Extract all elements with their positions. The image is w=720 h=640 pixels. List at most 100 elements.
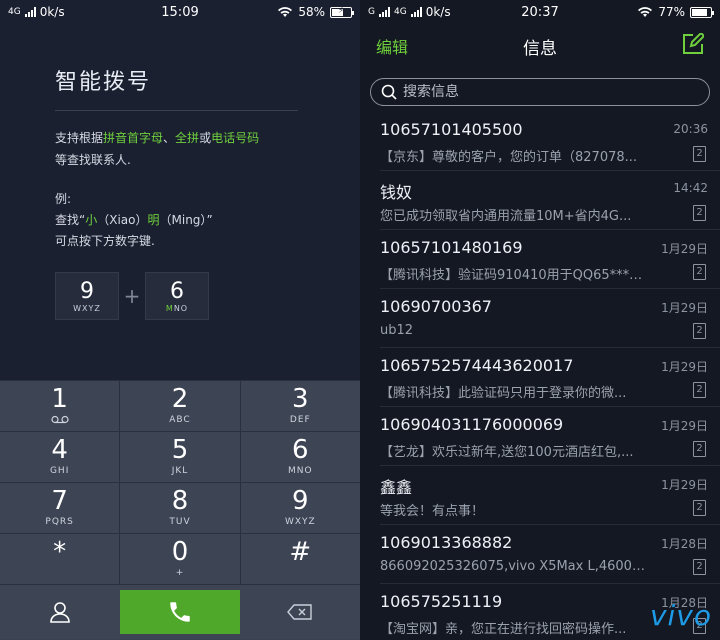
key-star[interactable]: * [0, 534, 121, 584]
key-letters: GHI [49, 466, 70, 476]
example-text: 查找“ [55, 213, 86, 227]
key-5[interactable]: 5 JKL [120, 432, 241, 482]
status-bar: 4G 0k/s 15:09 58% ⚡ [0, 0, 360, 24]
key-8[interactable]: 8 TUV [120, 483, 241, 533]
message-preview: 【腾讯科技】验证码910410用于QQ65****... [380, 268, 648, 283]
example-text: （Xiao） [97, 213, 148, 227]
message-time: 1月28日 [661, 537, 708, 551]
key-hash[interactable]: # [240, 534, 360, 584]
sim-card-icon: 2 [693, 559, 706, 575]
list-item[interactable]: 1065752574443620017 1月29日 【腾讯科技】此验证码只用于登录你… [380, 348, 720, 407]
message-sender: 钱奴 [380, 183, 413, 202]
example-label: 例: [55, 192, 72, 206]
list-item[interactable]: 10657101480169 1月29日 【腾讯科技】验证码910410用于QQ65… [380, 230, 720, 289]
list-item[interactable]: 钱奴 14:42 您已成功领取省内通用流量10M+省内4G... 2 [380, 171, 720, 230]
key-digit: 6 [292, 435, 309, 465]
list-item[interactable]: 10690700367 1月29日 ub12 2 [380, 289, 720, 348]
message-preview: 【淘宝网】亲，您正在进行找回密码操作... [380, 622, 627, 637]
key-digit: 0 [171, 537, 189, 567]
contacts-button[interactable] [0, 585, 120, 639]
desc-text: 、 [163, 131, 176, 145]
divider [55, 110, 298, 111]
example-highlight: 明 [147, 213, 160, 227]
message-time: 1月29日 [661, 478, 708, 492]
sim-card-icon: 2 [693, 264, 706, 280]
key-letters: TUV [169, 517, 191, 527]
desc-highlight-pinyin: 拼音首字母 [103, 131, 164, 145]
key-letters: JKL [171, 466, 189, 476]
edit-button[interactable]: 编辑 [376, 34, 408, 58]
key-7[interactable]: 7 PQRS [0, 483, 121, 533]
example-line: 查找“小（Xiao）明（Ming）” [55, 210, 360, 231]
key-4[interactable]: 4 GHI [0, 432, 121, 482]
key-digit: 9 [80, 278, 94, 304]
key-1[interactable]: 1 [0, 381, 121, 431]
key-letters: ABC [169, 415, 191, 425]
signal-icon [410, 7, 422, 17]
compose-button[interactable] [682, 31, 706, 59]
message-preview: 等我会！有点事！ [380, 504, 485, 519]
key-3[interactable]: 3 DEF [240, 381, 360, 431]
smart-dial-help: 智能拨号 支持根据拼音首字母、全拼或电话号码 等查找联系人. 例: 查找“小（Xi… [0, 24, 360, 320]
message-sender: 10657101480169 [380, 238, 523, 257]
list-item[interactable]: 10657101405500 20:36 【京东】尊敬的客户，您的订单（827078… [380, 112, 720, 171]
conversation-list: 10657101405500 20:36 【京东】尊敬的客户，您的订单（827078… [360, 112, 720, 640]
key-0[interactable]: 0 + [120, 534, 241, 584]
call-button-area [120, 585, 240, 639]
message-time: 1月29日 [661, 360, 708, 374]
call-button[interactable] [120, 590, 240, 634]
sim-card-icon: 2 [693, 205, 706, 221]
network-type: 4G [8, 7, 21, 17]
key-6[interactable]: 6 MNO [240, 432, 360, 482]
message-preview: 【艺龙】欢乐过新年,送您100元酒店红包,... [380, 445, 634, 460]
battery-percent: 58% [298, 5, 325, 19]
key-digit: 3 [292, 384, 309, 414]
example-key: 9 WXYZ [55, 272, 119, 320]
key-digit: * [53, 537, 67, 567]
message-sender: 10690700367 [380, 297, 492, 316]
wifi-icon [278, 7, 293, 17]
example-text: 可点按下方数字键. [55, 234, 155, 248]
key-letters: DEF [289, 415, 311, 425]
key-letters: MNO [165, 303, 189, 313]
list-item[interactable]: 106904031176000069 1月29日【艺龙】欢乐过新年,送您100元酒… [380, 407, 720, 466]
smart-dial-title: 智能拨号 [55, 70, 152, 95]
message-time: 14:42 [673, 181, 708, 195]
message-sender: 106904031176000069 [380, 415, 564, 434]
backspace-icon [287, 604, 312, 620]
key-digit: 9 [292, 486, 309, 516]
desc-text: 等查找联系人. [55, 153, 131, 167]
key-letters: WXYZ [284, 517, 316, 527]
search-bar[interactable] [370, 78, 710, 106]
key-digit: 8 [171, 486, 189, 516]
smart-dial-description: 支持根据拼音首字母、全拼或电话号码 等查找联系人. [55, 127, 305, 171]
battery-icon [690, 6, 714, 18]
key-digit: 5 [171, 435, 189, 465]
sim-card-icon: 2 [693, 441, 706, 457]
key-letters: + [175, 568, 185, 578]
delete-button[interactable] [240, 585, 360, 639]
search-icon [381, 84, 397, 100]
example-text: ” [206, 213, 213, 227]
carrier-label: G [368, 7, 375, 17]
vivo-watermark-logo: vivo [649, 599, 712, 632]
battery-charging-icon: ⚡ [330, 6, 354, 18]
desc-highlight-full: 全拼 [175, 131, 200, 145]
message-sender: 鑫鑫 [380, 478, 413, 497]
person-icon [50, 602, 70, 623]
key-letters: PQRS [45, 517, 74, 527]
key-digit: 1 [51, 384, 68, 414]
compose-icon [683, 31, 706, 54]
key-9[interactable]: 9 WXYZ [240, 483, 360, 533]
list-item[interactable]: 1069013368882 1月28日 866092025326075,vivo X… [380, 525, 720, 584]
list-item[interactable]: 鑫鑫 1月29日 等我会！有点事！ 2 [380, 466, 720, 525]
key-digit: 4 [51, 435, 68, 465]
messages-screen: G 4G 0k/s 20:37 77% 编辑 信息 10657101405500… [360, 0, 720, 640]
search-input[interactable] [403, 84, 693, 100]
key-2[interactable]: 2 ABC [120, 381, 241, 431]
message-preview: 【京东】尊敬的客户，您的订单（827078... [380, 150, 638, 165]
message-time: 1月29日 [661, 419, 708, 433]
data-speed: 0k/s [425, 5, 451, 19]
page-title: 信息 [523, 38, 557, 59]
desc-text: 支持根据 [55, 131, 104, 145]
